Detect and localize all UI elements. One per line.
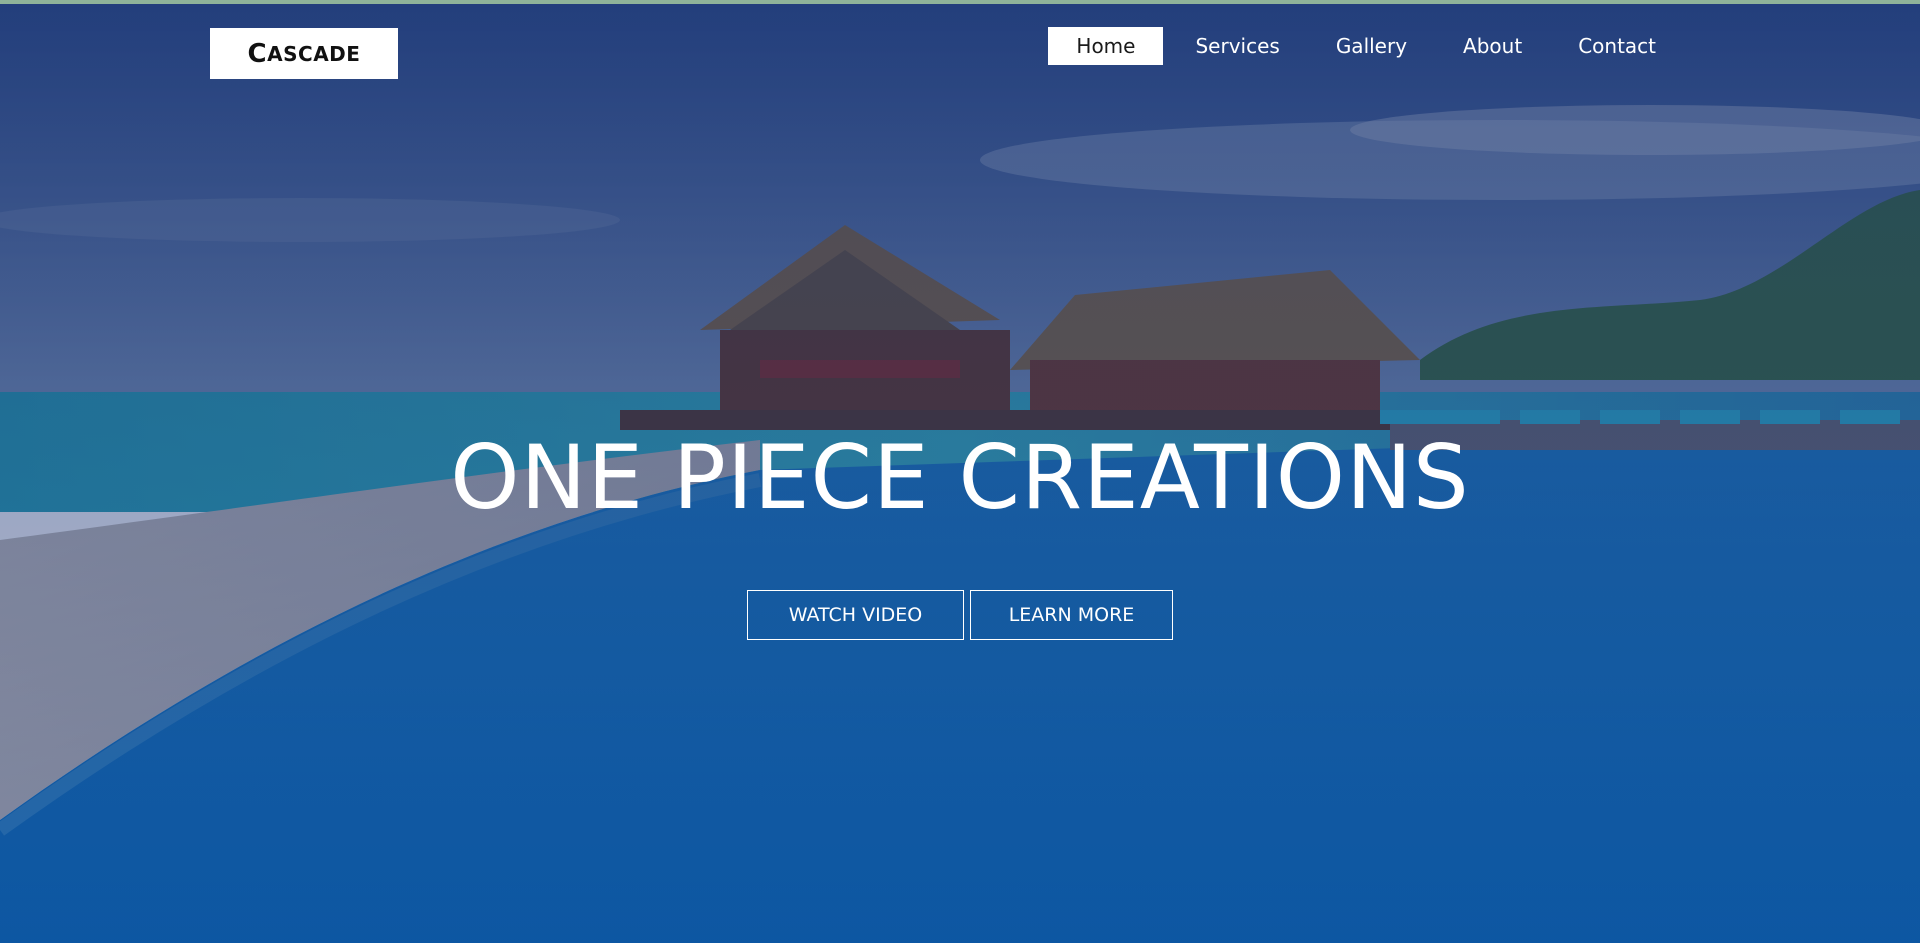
site-header: C ASCADE Home Services Gallery About Cont… [0, 0, 1920, 110]
nav-item-contact[interactable]: Contact [1550, 27, 1684, 65]
nav-item-gallery[interactable]: Gallery [1308, 27, 1435, 65]
hero-button-group: WATCH VIDEO LEARN MORE [747, 590, 1173, 640]
nav-item-home[interactable]: Home [1048, 27, 1164, 65]
watch-video-button[interactable]: WATCH VIDEO [747, 590, 964, 640]
nav-item-about[interactable]: About [1435, 27, 1550, 65]
nav-item-services[interactable]: Services [1167, 27, 1307, 65]
logo-initial: C [247, 38, 268, 69]
brand-logo[interactable]: C ASCADE [210, 28, 398, 79]
page: C ASCADE Home Services Gallery About Cont… [0, 0, 1920, 945]
learn-more-button[interactable]: LEARN MORE [970, 590, 1173, 640]
logo-rest: ASCADE [267, 41, 361, 66]
main-navigation: Home Services Gallery About Contact [1048, 27, 1684, 65]
hero-headline: ONE PIECE CREATIONS [450, 426, 1470, 529]
